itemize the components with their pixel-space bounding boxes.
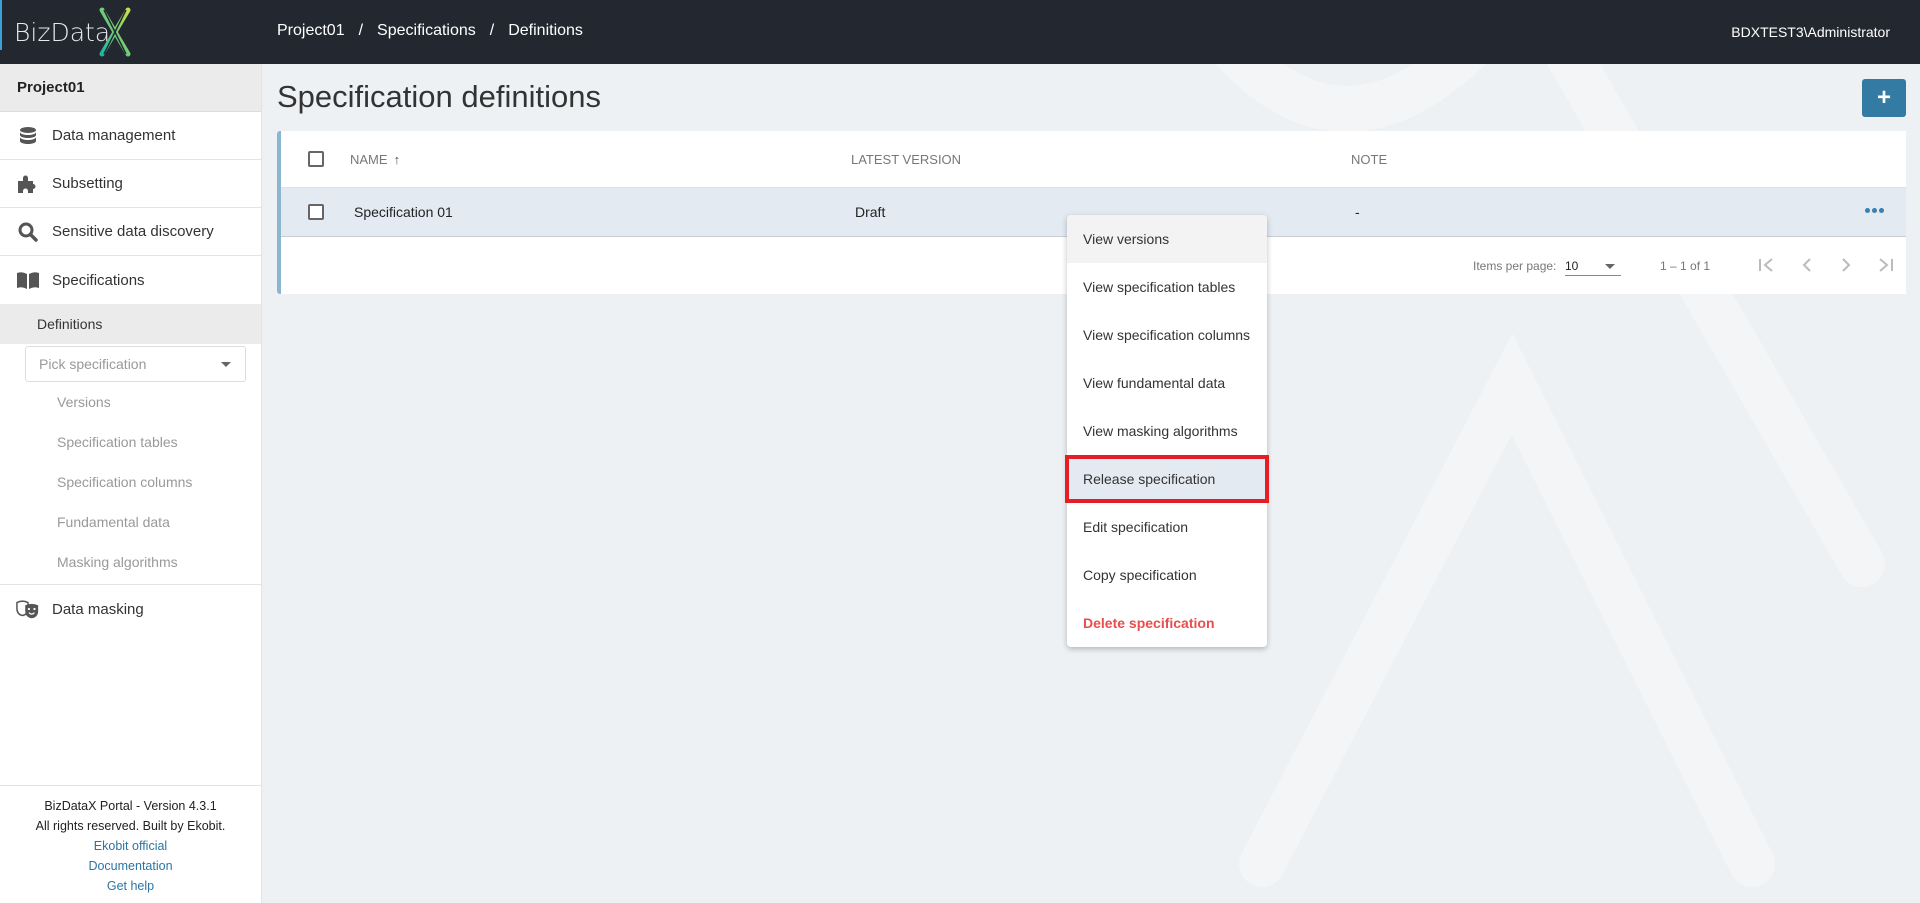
sidebar-item-label: Data masking	[52, 600, 144, 618]
logo-text: BizData	[14, 17, 111, 47]
sidebar-item-subsetting[interactable]: Subsetting	[0, 160, 261, 208]
sidebar-link-masking-algorithms[interactable]: Masking algorithms	[0, 542, 261, 582]
menu-item-copy-specification[interactable]: Copy specification	[1067, 551, 1267, 599]
column-header-name[interactable]: NAME ↑	[350, 152, 400, 167]
bizdatax-logo[interactable]: BizData	[14, 6, 131, 58]
breadcrumb-project[interactable]: Project01	[277, 22, 345, 40]
get-help-link[interactable]: Get help	[0, 876, 261, 896]
puzzle-icon	[16, 173, 40, 195]
menu-item-view-fundamental-data[interactable]: View fundamental data	[1067, 359, 1267, 407]
breadcrumb-separator: /	[489, 22, 495, 39]
sidebar-footer: BizDataX Portal - Version 4.3.1 All righ…	[0, 785, 261, 903]
sidebar-item-specifications[interactable]: Specifications	[0, 256, 261, 304]
table-header: NAME ↑ LATEST VERSION NOTE	[281, 131, 1906, 188]
copyright: All rights reserved. Built by Ekobit.	[35, 819, 226, 833]
first-page-icon	[1759, 258, 1773, 272]
menu-item-edit-specification[interactable]: Edit specification	[1067, 503, 1267, 551]
caret-down-icon	[1605, 264, 1615, 269]
last-page-icon	[1879, 258, 1893, 272]
row-context-menu: View versions View specification tables …	[1065, 215, 1269, 647]
items-per-page-label: Items per page:	[1473, 259, 1557, 273]
sidebar-link-specification-tables[interactable]: Specification tables	[0, 422, 261, 462]
page-range: 1 – 1 of 1	[1660, 259, 1711, 273]
breadcrumb-separator: /	[358, 22, 364, 39]
sidebar-item-label: Data management	[52, 127, 176, 144]
cell-latest-version: Draft	[855, 204, 886, 220]
sort-ascending-icon: ↑	[393, 151, 401, 167]
sidebar-project[interactable]: Project01	[0, 64, 261, 112]
theater-masks-icon	[16, 598, 40, 620]
column-header-label: NAME	[350, 151, 388, 167]
search-icon	[16, 221, 40, 243]
sidebar-item-label: Sensitive data discovery	[52, 223, 214, 240]
documentation-link[interactable]: Documentation	[0, 856, 261, 876]
menu-item-delete-specification[interactable]: Delete specification	[1067, 599, 1267, 647]
last-page-button[interactable]	[1871, 251, 1899, 279]
book-icon	[16, 269, 40, 291]
breadcrumb-definitions[interactable]: Definitions	[508, 22, 583, 40]
specification-submenu: Pick specification Versions Specificatio…	[0, 346, 261, 585]
chevron-right-icon	[1842, 258, 1851, 272]
logo-x-icon	[99, 7, 131, 57]
portal-version: BizDataX Portal - Version 4.3.1	[44, 799, 217, 813]
user-account[interactable]: BDXTEST3\Administrator	[1731, 24, 1890, 40]
select-all-checkbox[interactable]	[308, 151, 324, 167]
add-specification-button[interactable]: +	[1862, 79, 1906, 117]
sidebar-link-versions[interactable]: Versions	[0, 382, 261, 422]
previous-page-button[interactable]	[1793, 251, 1821, 279]
sidebar-subitem-definitions[interactable]: Definitions	[0, 304, 261, 344]
menu-item-release-specification[interactable]: Release specification	[1065, 455, 1269, 503]
cell-note: -	[1355, 204, 1360, 220]
database-icon	[16, 125, 40, 147]
sidebar: Project01 Data management Subsetting Sen…	[0, 64, 262, 903]
sidebar-item-data-management[interactable]: Data management	[0, 112, 261, 160]
menu-item-view-masking-algorithms[interactable]: View masking algorithms	[1067, 407, 1267, 455]
pick-specification-placeholder: Pick specification	[39, 356, 147, 372]
sidebar-link-specification-columns[interactable]: Specification columns	[0, 462, 261, 502]
sidebar-item-data-masking[interactable]: Data masking	[0, 585, 261, 633]
breadcrumb-specifications[interactable]: Specifications	[377, 22, 476, 40]
ekobit-official-link[interactable]: Ekobit official	[0, 836, 261, 856]
top-bar: BizData Project01 / Specifications / Def…	[0, 0, 1920, 64]
menu-item-view-versions[interactable]: View versions	[1067, 215, 1267, 263]
next-page-button[interactable]	[1832, 251, 1860, 279]
row-actions-more-icon[interactable]	[1863, 206, 1886, 215]
breadcrumb: Project01 / Specifications / Definitions	[277, 22, 583, 40]
caret-down-icon	[221, 361, 231, 367]
items-per-page-select[interactable]: 10	[1565, 254, 1621, 276]
top-bar-accent	[0, 0, 2, 50]
page-title: Specification definitions	[277, 79, 601, 114]
menu-item-view-specification-tables[interactable]: View specification tables	[1067, 263, 1267, 311]
sidebar-link-fundamental-data[interactable]: Fundamental data	[0, 502, 261, 542]
menu-item-view-specification-columns[interactable]: View specification columns	[1067, 311, 1267, 359]
sidebar-item-label: Subsetting	[52, 175, 123, 192]
first-page-button[interactable]	[1753, 251, 1781, 279]
row-checkbox[interactable]	[308, 204, 324, 220]
sidebar-item-sensitive-data-discovery[interactable]: Sensitive data discovery	[0, 208, 261, 256]
items-per-page-value: 10	[1565, 259, 1579, 273]
column-header-note[interactable]: NOTE	[1351, 152, 1387, 167]
sidebar-item-label: Specifications	[52, 271, 145, 289]
cell-name: Specification 01	[354, 204, 453, 220]
pick-specification-select[interactable]: Pick specification	[25, 346, 246, 382]
chevron-left-icon	[1802, 258, 1811, 272]
column-header-latest-version[interactable]: LATEST VERSION	[851, 152, 961, 167]
